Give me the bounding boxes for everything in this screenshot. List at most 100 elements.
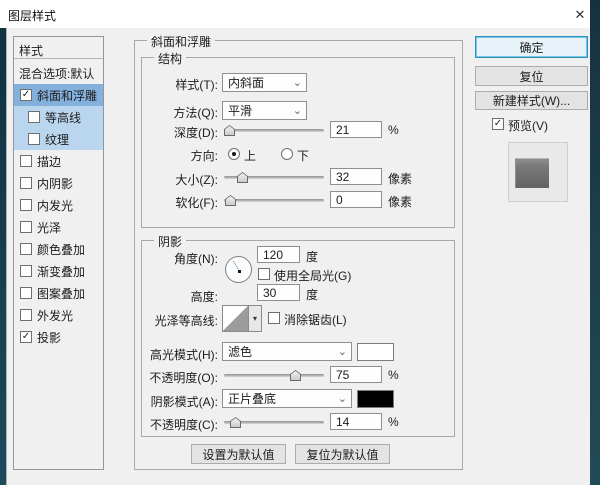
chevron-down-icon: ⌄ (337, 392, 347, 405)
sidebar-item-inner-shadow[interactable]: 内阴影 (14, 172, 103, 194)
unchecked-checkbox-icon[interactable] (20, 155, 32, 167)
sidebar-item-satin[interactable]: 光泽 (14, 216, 103, 238)
slider-track[interactable] (224, 199, 324, 202)
unchecked-checkbox-icon[interactable] (20, 199, 32, 211)
sidebar-item-blending-options[interactable]: 混合选项:默认 (14, 62, 103, 84)
angle-label: 角度(N): (174, 252, 218, 266)
style-label: 样式(T): (175, 78, 218, 92)
structure-legend: 结构 (154, 50, 187, 67)
sidebar-item-gradient-overlay[interactable]: 渐变叠加 (14, 260, 103, 282)
sidebar-item-outer-glow[interactable]: 外发光 (14, 304, 103, 326)
set-default-button[interactable]: 设置为默认值 (191, 444, 286, 464)
chevron-down-icon: ⌄ (292, 76, 302, 89)
preview-thumbnail (508, 142, 568, 202)
shadow-opacity-slider[interactable] (224, 416, 324, 428)
altitude-input[interactable]: 30 (257, 284, 300, 301)
preview-bevel-square (515, 158, 549, 188)
size-slider-thumb[interactable] (237, 172, 248, 183)
soften-label: 软化(F): (175, 196, 218, 210)
style-select[interactable]: 内斜面 ⌄ (222, 73, 307, 92)
gloss-contour-thumbnail[interactable] (222, 305, 249, 332)
use-global-light-checkbox[interactable] (258, 268, 270, 280)
technique-select[interactable]: 平滑 ⌄ (222, 101, 307, 120)
direction-down-radio[interactable] (281, 148, 293, 160)
sidebar-item-inner-glow[interactable]: 内发光 (14, 194, 103, 216)
unchecked-checkbox-icon[interactable] (20, 309, 32, 321)
sidebar-item-pattern-overlay[interactable]: 图案叠加 (14, 282, 103, 304)
close-icon[interactable]: ✕ (571, 6, 589, 24)
slider-track[interactable] (224, 129, 324, 132)
shadow-opacity-slider-thumb[interactable] (230, 417, 241, 428)
unchecked-checkbox-icon[interactable] (20, 243, 32, 255)
technique-label: 方法(Q): (173, 106, 218, 120)
highlight-mode-label: 高光模式(H): (150, 348, 218, 362)
angle-unit: 度 (306, 250, 319, 264)
depth-slider-thumb[interactable] (224, 125, 235, 136)
unchecked-checkbox-icon[interactable] (20, 221, 32, 233)
direction-up-label: 上 (244, 149, 257, 163)
unchecked-checkbox-icon[interactable] (28, 111, 40, 123)
size-slider[interactable] (224, 171, 324, 183)
sidebar-item-texture[interactable]: 纹理 (14, 128, 103, 150)
gloss-contour-label: 光泽等高线: (154, 314, 218, 328)
dialog-titlebar: 图层样式 ✕ (0, 0, 590, 28)
depth-label: 深度(D): (174, 126, 218, 140)
soften-slider-thumb[interactable] (225, 195, 236, 206)
direction-up-radio[interactable] (228, 148, 240, 160)
highlight-color-swatch[interactable] (357, 343, 394, 361)
highlight-opacity-slider-thumb[interactable] (290, 370, 301, 381)
highlight-opacity-label: 不透明度(O): (149, 371, 218, 385)
slider-track[interactable] (224, 374, 324, 377)
reset-button[interactable]: 复位 (475, 66, 588, 86)
angle-input[interactable]: 120 (257, 246, 300, 263)
sidebar-header: 样式 (19, 44, 44, 58)
shadow-mode-label: 阴影模式(A): (150, 395, 218, 409)
preview-label: 预览(V) (508, 119, 548, 133)
panel-title: 斜面和浮雕 (147, 33, 216, 50)
ok-button[interactable]: 确定 (475, 36, 588, 58)
size-label: 大小(Z): (175, 173, 218, 187)
background-strip (590, 0, 600, 485)
depth-slider[interactable] (224, 124, 324, 136)
dialog-title: 图层样式 (8, 9, 57, 23)
checked-checkbox-icon[interactable]: ✓ (20, 89, 32, 101)
sidebar-item-stroke[interactable]: 描边 (14, 150, 103, 172)
soften-slider[interactable] (224, 194, 324, 206)
new-style-button[interactable]: 新建样式(W)... (475, 91, 588, 110)
direction-label: 方向: (190, 149, 218, 163)
sidebar-item-drop-shadow[interactable]: ✓ 投影 (14, 326, 103, 348)
highlight-opacity-input[interactable]: 75 (330, 366, 382, 383)
unchecked-checkbox-icon[interactable] (20, 177, 32, 189)
direction-down-label: 下 (297, 149, 310, 163)
checked-checkbox-icon[interactable]: ✓ (20, 331, 32, 343)
unchecked-checkbox-icon[interactable] (28, 133, 40, 145)
shadow-color-swatch[interactable] (357, 390, 394, 408)
soften-input[interactable]: 0 (330, 191, 382, 208)
altitude-unit: 度 (306, 288, 319, 302)
size-unit: 像素 (388, 172, 413, 186)
reset-default-button[interactable]: 复位为默认值 (295, 444, 390, 464)
gloss-contour-dropdown-button[interactable]: ▾ (249, 305, 262, 332)
unchecked-checkbox-icon[interactable] (20, 265, 32, 277)
anti-alias-checkbox[interactable] (268, 312, 280, 324)
highlight-opacity-slider[interactable] (224, 369, 324, 381)
sidebar-item-bevel-emboss[interactable]: ✓ 斜面和浮雕 (14, 84, 103, 106)
highlight-mode-select[interactable]: 滤色 ⌄ (222, 342, 352, 361)
unchecked-checkbox-icon[interactable] (20, 287, 32, 299)
size-input[interactable]: 32 (330, 168, 382, 185)
layer-style-dialog: 图层样式 ✕ 样式 混合选项:默认 ✓ 斜面和浮雕 等高线 纹理 描边 内阴影 … (0, 0, 600, 485)
sidebar-item-color-overlay[interactable]: 颜色叠加 (14, 238, 103, 260)
chevron-down-icon: ⌄ (292, 104, 302, 117)
shading-legend: 阴影 (154, 233, 187, 250)
angle-dial-center-dot (238, 270, 241, 273)
shadow-mode-select[interactable]: 正片叠底 ⌄ (222, 389, 352, 408)
preview-checkbox[interactable]: ✓ (492, 118, 504, 130)
sidebar-item-contour[interactable]: 等高线 (14, 106, 103, 128)
chevron-down-icon: ⌄ (337, 345, 347, 358)
soften-unit: 像素 (388, 195, 413, 209)
angle-dial[interactable] (225, 256, 252, 283)
dropdown-arrow-icon: ▾ (252, 314, 257, 323)
depth-input[interactable]: 21 (330, 121, 382, 138)
altitude-label: 高度: (190, 290, 218, 304)
shadow-opacity-input[interactable]: 14 (330, 413, 382, 430)
